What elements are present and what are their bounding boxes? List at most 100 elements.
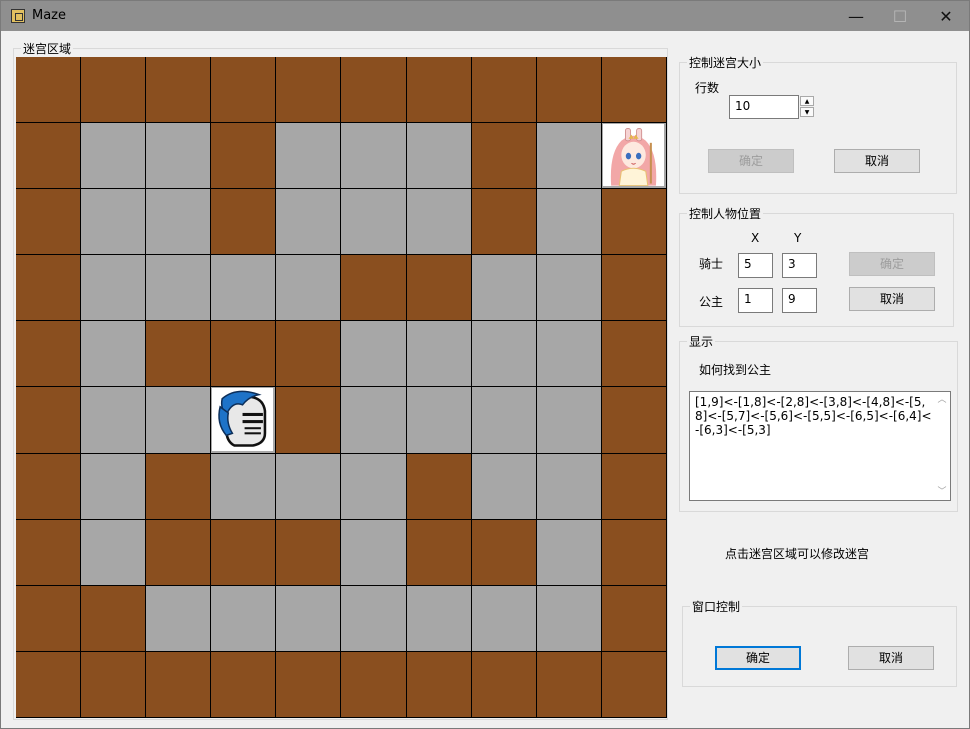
rows-input[interactable]: 10: [729, 95, 799, 119]
maze-path-cell[interactable]: [81, 321, 147, 388]
maze-wall-cell[interactable]: [341, 57, 407, 124]
maze-path-cell[interactable]: [406, 585, 472, 652]
maze-path-cell[interactable]: [536, 387, 602, 454]
knight-y-input[interactable]: 3: [782, 253, 817, 278]
knight-x-input[interactable]: 5: [738, 253, 773, 278]
path-output[interactable]: [1,9]<-[1,8]<-[2,8]<-[3,8]<-[4,8]<-[5,8]…: [689, 391, 951, 501]
maze-wall-cell[interactable]: [471, 189, 537, 256]
maze-wall-cell[interactable]: [16, 651, 82, 718]
maze-wall-cell[interactable]: [406, 57, 472, 124]
maze-wall-cell[interactable]: [81, 57, 147, 124]
maze-path-cell[interactable]: [341, 123, 407, 190]
maze-wall-cell[interactable]: [276, 651, 342, 718]
maze-path-cell[interactable]: [406, 123, 472, 190]
maze-path-cell[interactable]: [341, 519, 407, 586]
maze-wall-cell[interactable]: [471, 651, 537, 718]
maze-path-cell[interactable]: [406, 189, 472, 256]
window-cancel-button[interactable]: 取消: [848, 646, 934, 670]
maze-path-cell[interactable]: [211, 387, 277, 454]
maze-wall-cell[interactable]: [601, 321, 667, 388]
scroll-down-icon[interactable]: ﹀: [936, 486, 948, 498]
maze-path-cell[interactable]: [81, 123, 147, 190]
stepper-down-icon[interactable]: ▼: [800, 107, 814, 117]
maze-path-cell[interactable]: [341, 585, 407, 652]
window-confirm-button[interactable]: 确定: [715, 646, 801, 670]
maze-path-cell[interactable]: [211, 453, 277, 520]
maze-path-cell[interactable]: [276, 123, 342, 190]
maze-wall-cell[interactable]: [601, 387, 667, 454]
maze-wall-cell[interactable]: [341, 651, 407, 718]
maze-wall-cell[interactable]: [471, 519, 537, 586]
maze-path-cell[interactable]: [341, 321, 407, 388]
maze-path-cell[interactable]: [471, 585, 537, 652]
maze-wall-cell[interactable]: [601, 651, 667, 718]
maximize-button[interactable]: ☐: [877, 1, 923, 31]
maze-path-cell[interactable]: [536, 453, 602, 520]
princess-y-input[interactable]: 9: [782, 288, 817, 313]
position-confirm-button[interactable]: 确定: [849, 252, 935, 276]
maze-path-cell[interactable]: [471, 255, 537, 322]
maze-wall-cell[interactable]: [16, 57, 82, 124]
maze-wall-cell[interactable]: [276, 321, 342, 388]
maze-wall-cell[interactable]: [16, 585, 82, 652]
maze-path-cell[interactable]: [536, 123, 602, 190]
maze-wall-cell[interactable]: [211, 57, 277, 124]
maze-path-cell[interactable]: [146, 123, 212, 190]
size-cancel-button[interactable]: 取消: [834, 149, 920, 173]
size-confirm-button[interactable]: 确定: [708, 149, 794, 173]
maze-path-cell[interactable]: [276, 453, 342, 520]
maze-grid[interactable]: [16, 57, 667, 718]
maze-wall-cell[interactable]: [276, 519, 342, 586]
maze-wall-cell[interactable]: [601, 453, 667, 520]
maze-wall-cell[interactable]: [601, 189, 667, 256]
maze-wall-cell[interactable]: [211, 519, 277, 586]
maze-path-cell[interactable]: [146, 387, 212, 454]
maze-wall-cell[interactable]: [341, 255, 407, 322]
maze-wall-cell[interactable]: [146, 453, 212, 520]
maze-wall-cell[interactable]: [536, 57, 602, 124]
maze-path-cell[interactable]: [81, 453, 147, 520]
maze-wall-cell[interactable]: [16, 519, 82, 586]
stepper-up-icon[interactable]: ▲: [800, 96, 814, 106]
maze-wall-cell[interactable]: [471, 123, 537, 190]
maze-wall-cell[interactable]: [16, 189, 82, 256]
maze-path-cell[interactable]: [536, 585, 602, 652]
maze-path-cell[interactable]: [146, 585, 212, 652]
maze-wall-cell[interactable]: [276, 57, 342, 124]
maze-wall-cell[interactable]: [211, 651, 277, 718]
maze-path-cell[interactable]: [211, 255, 277, 322]
maze-wall-cell[interactable]: [81, 585, 147, 652]
maze-path-cell[interactable]: [276, 189, 342, 256]
maze-wall-cell[interactable]: [16, 321, 82, 388]
maze-wall-cell[interactable]: [16, 387, 82, 454]
maze-path-cell[interactable]: [146, 189, 212, 256]
maze-path-cell[interactable]: [471, 387, 537, 454]
maze-wall-cell[interactable]: [601, 519, 667, 586]
maze-wall-cell[interactable]: [276, 387, 342, 454]
maze-path-cell[interactable]: [341, 387, 407, 454]
maze-wall-cell[interactable]: [146, 57, 212, 124]
maze-path-cell[interactable]: [406, 321, 472, 388]
maze-wall-cell[interactable]: [601, 255, 667, 322]
maze-path-cell[interactable]: [81, 387, 147, 454]
maze-path-cell[interactable]: [276, 255, 342, 322]
position-cancel-button[interactable]: 取消: [849, 287, 935, 311]
maze-wall-cell[interactable]: [471, 57, 537, 124]
close-button[interactable]: ✕: [923, 1, 969, 31]
maze-path-cell[interactable]: [211, 585, 277, 652]
maze-wall-cell[interactable]: [16, 453, 82, 520]
maze-wall-cell[interactable]: [16, 255, 82, 322]
maze-wall-cell[interactable]: [211, 321, 277, 388]
maze-wall-cell[interactable]: [601, 585, 667, 652]
maze-wall-cell[interactable]: [536, 651, 602, 718]
maze-path-cell[interactable]: [146, 255, 212, 322]
maze-wall-cell[interactable]: [146, 519, 212, 586]
maze-path-cell[interactable]: [81, 519, 147, 586]
maze-wall-cell[interactable]: [146, 321, 212, 388]
maze-wall-cell[interactable]: [211, 189, 277, 256]
maze-wall-cell[interactable]: [601, 57, 667, 124]
maze-path-cell[interactable]: [471, 453, 537, 520]
maze-path-cell[interactable]: [471, 321, 537, 388]
rows-stepper[interactable]: ▲ ▼: [800, 96, 814, 119]
maze-wall-cell[interactable]: [406, 453, 472, 520]
